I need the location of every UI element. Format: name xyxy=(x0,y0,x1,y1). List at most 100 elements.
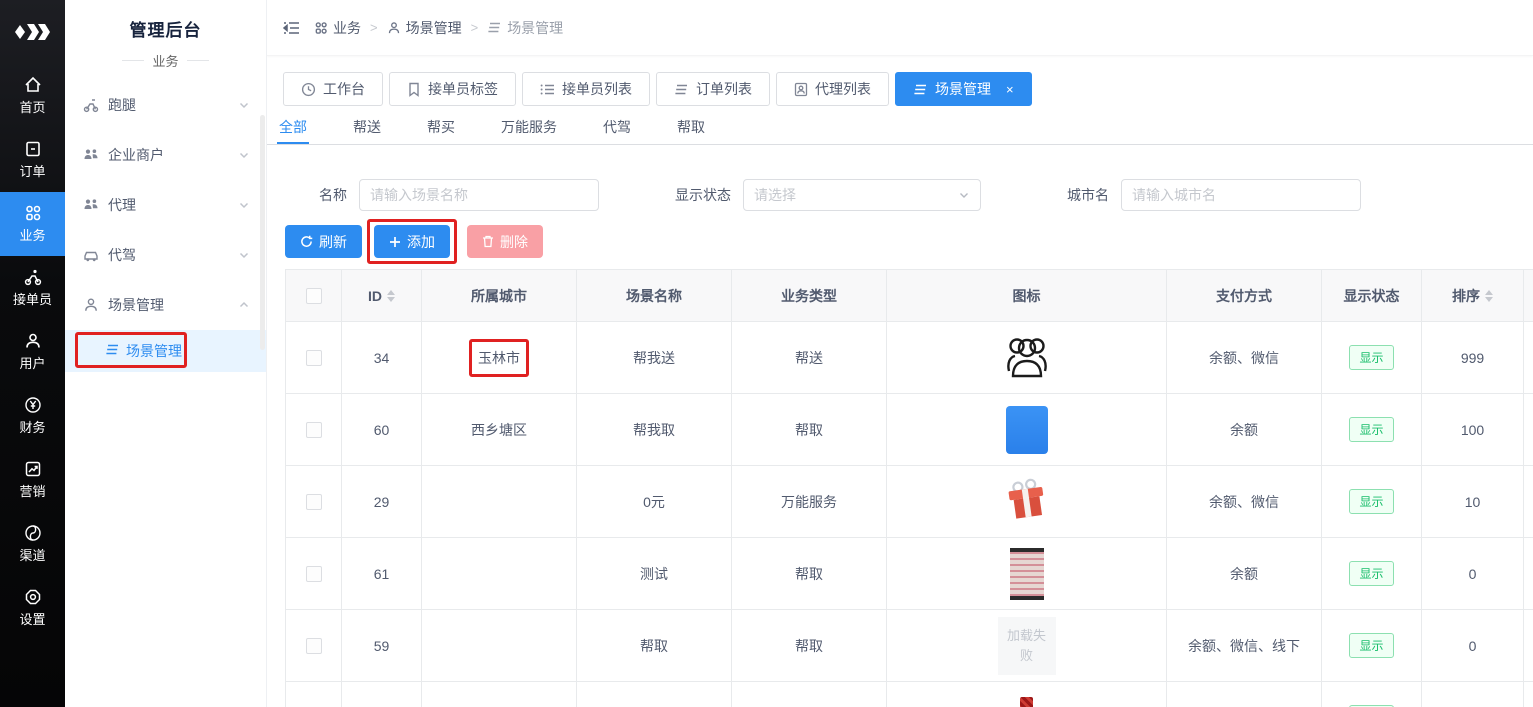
chevron-down-icon xyxy=(958,189,970,201)
cell-payment: 余额、微信 xyxy=(1167,466,1322,538)
app-logo[interactable] xyxy=(0,0,65,64)
name-filter-group: 名称 xyxy=(319,179,599,211)
bookmark-icon xyxy=(407,82,421,97)
breadcrumb-item-business[interactable]: 业务 xyxy=(314,18,361,38)
cell-sort: 100 xyxy=(1422,394,1524,466)
filter-tab-universal[interactable]: 万能服务 xyxy=(499,113,559,144)
cell-name: 帮我送测试 xyxy=(577,682,732,707)
sidebar-item-driving[interactable]: 代驾 xyxy=(65,230,266,280)
cell-clipped xyxy=(1524,466,1533,538)
cell-type: 帮取 xyxy=(732,394,887,466)
list-bullet-icon xyxy=(540,83,555,96)
cell-payment: 余额、微信、线下 xyxy=(1167,610,1322,682)
cell-type: 帮取 xyxy=(732,610,887,682)
breadcrumb-item-scene-management[interactable]: 场景管理 xyxy=(387,18,462,38)
close-tab-icon[interactable]: × xyxy=(1006,82,1014,97)
cell-id: 34 xyxy=(342,322,422,394)
settings-icon xyxy=(24,588,42,606)
sidebar-item-agents[interactable]: 代理 xyxy=(65,180,266,230)
cell-name: 0元 xyxy=(577,466,732,538)
tab-courier-list[interactable]: 接单员列表 xyxy=(522,72,650,106)
add-button[interactable]: 添加 xyxy=(374,225,450,258)
rail-item-settings[interactable]: 设置 xyxy=(0,576,65,640)
col-header-status: 显示状态 xyxy=(1322,270,1422,322)
chevron-down-icon xyxy=(238,199,250,211)
list-icon xyxy=(105,343,120,359)
rail-item-finance[interactable]: 财务 xyxy=(0,384,65,448)
rail-item-business[interactable]: 业务 xyxy=(0,192,65,256)
open-tabs-bar: 工作台 接单员标签 接单员列表 订单列表 代理列表 场景管理 × xyxy=(267,56,1533,106)
filter-tab-buy[interactable]: 帮买 xyxy=(425,113,457,144)
col-header-sort[interactable]: 排序 xyxy=(1422,270,1524,322)
cell-name: 测试 xyxy=(577,538,732,610)
tab-agent-list[interactable]: 代理列表 xyxy=(776,72,889,106)
tab-order-list[interactable]: 订单列表 xyxy=(656,72,770,106)
filter-tab-pickup[interactable]: 帮取 xyxy=(675,113,707,144)
select-all-checkbox[interactable] xyxy=(306,288,322,304)
cell-clipped xyxy=(1524,322,1533,394)
breadcrumb-bar: 业务 > 场景管理 > 场景管理 xyxy=(267,0,1533,56)
row-checkbox[interactable] xyxy=(306,638,322,654)
merchants-icon xyxy=(81,147,101,163)
search-filter-form: 名称 显示状态 请选择 城市名 xyxy=(267,179,1533,211)
filter-tab-deliver[interactable]: 帮送 xyxy=(351,113,383,144)
cell-payment: 余额 xyxy=(1167,394,1322,466)
menu-fold-icon[interactable] xyxy=(283,20,300,36)
rail-item-orders[interactable]: 订单 xyxy=(0,128,65,192)
home-icon xyxy=(24,76,42,94)
cell-clipped xyxy=(1524,394,1533,466)
col-header-icon: 图标 xyxy=(887,270,1167,322)
agents-icon xyxy=(81,197,101,213)
rail-item-couriers[interactable]: 接单员 xyxy=(0,256,65,320)
cell-city: 玉林市 xyxy=(422,322,577,394)
list-icon xyxy=(674,83,689,96)
sort-carets-icon[interactable] xyxy=(387,290,395,302)
order-icon xyxy=(24,140,42,158)
cell-clipped xyxy=(1524,682,1533,707)
city-name-input[interactable] xyxy=(1121,179,1361,211)
cell-name: 帮我送 xyxy=(577,322,732,394)
cell-type: 帮送 xyxy=(732,322,887,394)
chevron-down-icon xyxy=(238,149,250,161)
sidebar-item-scene-management[interactable]: 场景管理 xyxy=(65,280,266,330)
row-checkbox[interactable] xyxy=(306,566,322,582)
cell-type: 帮取 xyxy=(732,538,887,610)
trash-icon xyxy=(482,235,494,248)
tab-scene-management[interactable]: 场景管理 × xyxy=(895,72,1032,106)
sidebar-scrollbar[interactable] xyxy=(260,115,265,350)
cell-city xyxy=(422,538,577,610)
row-checkbox[interactable] xyxy=(306,494,322,510)
person-icon xyxy=(387,21,401,35)
secondary-sidebar: 管理后台 业务 跑腿 企业商户 代理 代驾 xyxy=(65,0,267,707)
display-status-select[interactable]: 请选择 xyxy=(743,179,981,211)
col-header-id[interactable]: ID xyxy=(342,270,422,322)
tab-workbench[interactable]: 工作台 xyxy=(283,72,383,106)
filter-tab-driving[interactable]: 代驾 xyxy=(601,113,633,144)
business-grid-icon xyxy=(24,204,42,222)
sort-carets-icon[interactable] xyxy=(1485,290,1493,302)
refresh-button[interactable]: 刷新 xyxy=(285,225,362,258)
breadcrumb-item-scene-management-page: 场景管理 xyxy=(487,18,563,38)
sidebar-item-errand[interactable]: 跑腿 xyxy=(65,80,266,130)
table-row: 61 测试 帮取 余额 显示 0 xyxy=(286,538,1533,610)
rail-item-channels[interactable]: 渠道 xyxy=(0,512,65,576)
scene-name-input[interactable] xyxy=(359,179,599,211)
col-header-name: 场景名称 xyxy=(577,270,732,322)
row-checkbox[interactable] xyxy=(306,350,322,366)
rail-item-home[interactable]: 首页 xyxy=(0,64,65,128)
row-checkbox[interactable] xyxy=(306,422,322,438)
status-badge: 显示 xyxy=(1349,345,1393,370)
table-row: 29 0元 万能服务 余额、微信 显示 10 xyxy=(286,466,1533,538)
delete-button[interactable]: 删除 xyxy=(467,225,543,258)
filter-tab-all[interactable]: 全部 xyxy=(277,113,309,144)
contact-icon xyxy=(794,82,808,97)
rail-item-marketing[interactable]: 营销 xyxy=(0,448,65,512)
sidebar-subitem-scene-management[interactable]: 场景管理 xyxy=(65,330,266,372)
sidebar-item-merchants[interactable]: 企业商户 xyxy=(65,130,266,180)
rail-item-users[interactable]: 用户 xyxy=(0,320,65,384)
errand-icon xyxy=(81,97,101,113)
table-row: 60 西乡塘区 帮我取 帮取 余额 显示 100 xyxy=(286,394,1533,466)
admin-app: 首页 订单 业务 接单员 用户 财务 营销 渠道 xyxy=(0,0,1533,707)
refresh-icon xyxy=(300,235,313,248)
tab-courier-tags[interactable]: 接单员标签 xyxy=(389,72,516,106)
